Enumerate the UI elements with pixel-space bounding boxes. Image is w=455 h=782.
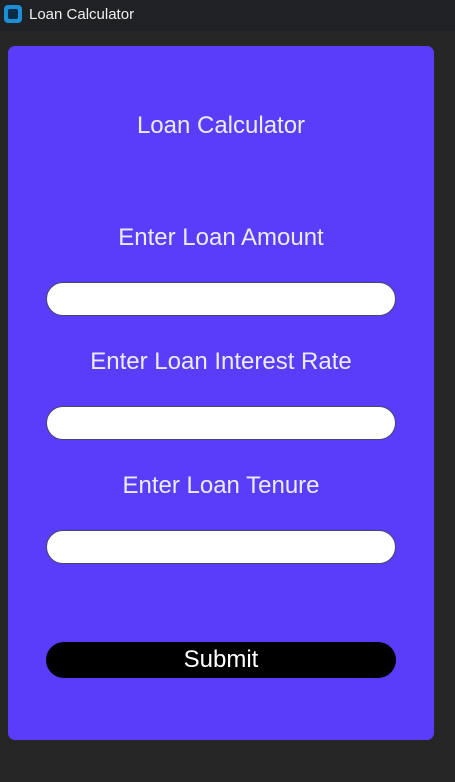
submit-button[interactable]: Submit — [46, 642, 396, 678]
window-title: Loan Calculator — [29, 6, 135, 23]
loan-form-card: Loan Calculator Enter Loan Amount Enter … — [8, 46, 434, 740]
app-icon — [4, 5, 22, 23]
loan-amount-label: Enter Loan Amount — [118, 224, 324, 251]
interest-rate-label: Enter Loan Interest Rate — [90, 348, 352, 375]
interest-rate-input[interactable] — [46, 406, 396, 440]
title-bar: Loan Calculator — [0, 0, 455, 31]
loan-tenure-label: Enter Loan Tenure — [122, 472, 320, 499]
loan-tenure-input[interactable] — [46, 530, 396, 564]
form-title: Loan Calculator — [136, 112, 306, 139]
loan-amount-input[interactable] — [46, 282, 396, 316]
